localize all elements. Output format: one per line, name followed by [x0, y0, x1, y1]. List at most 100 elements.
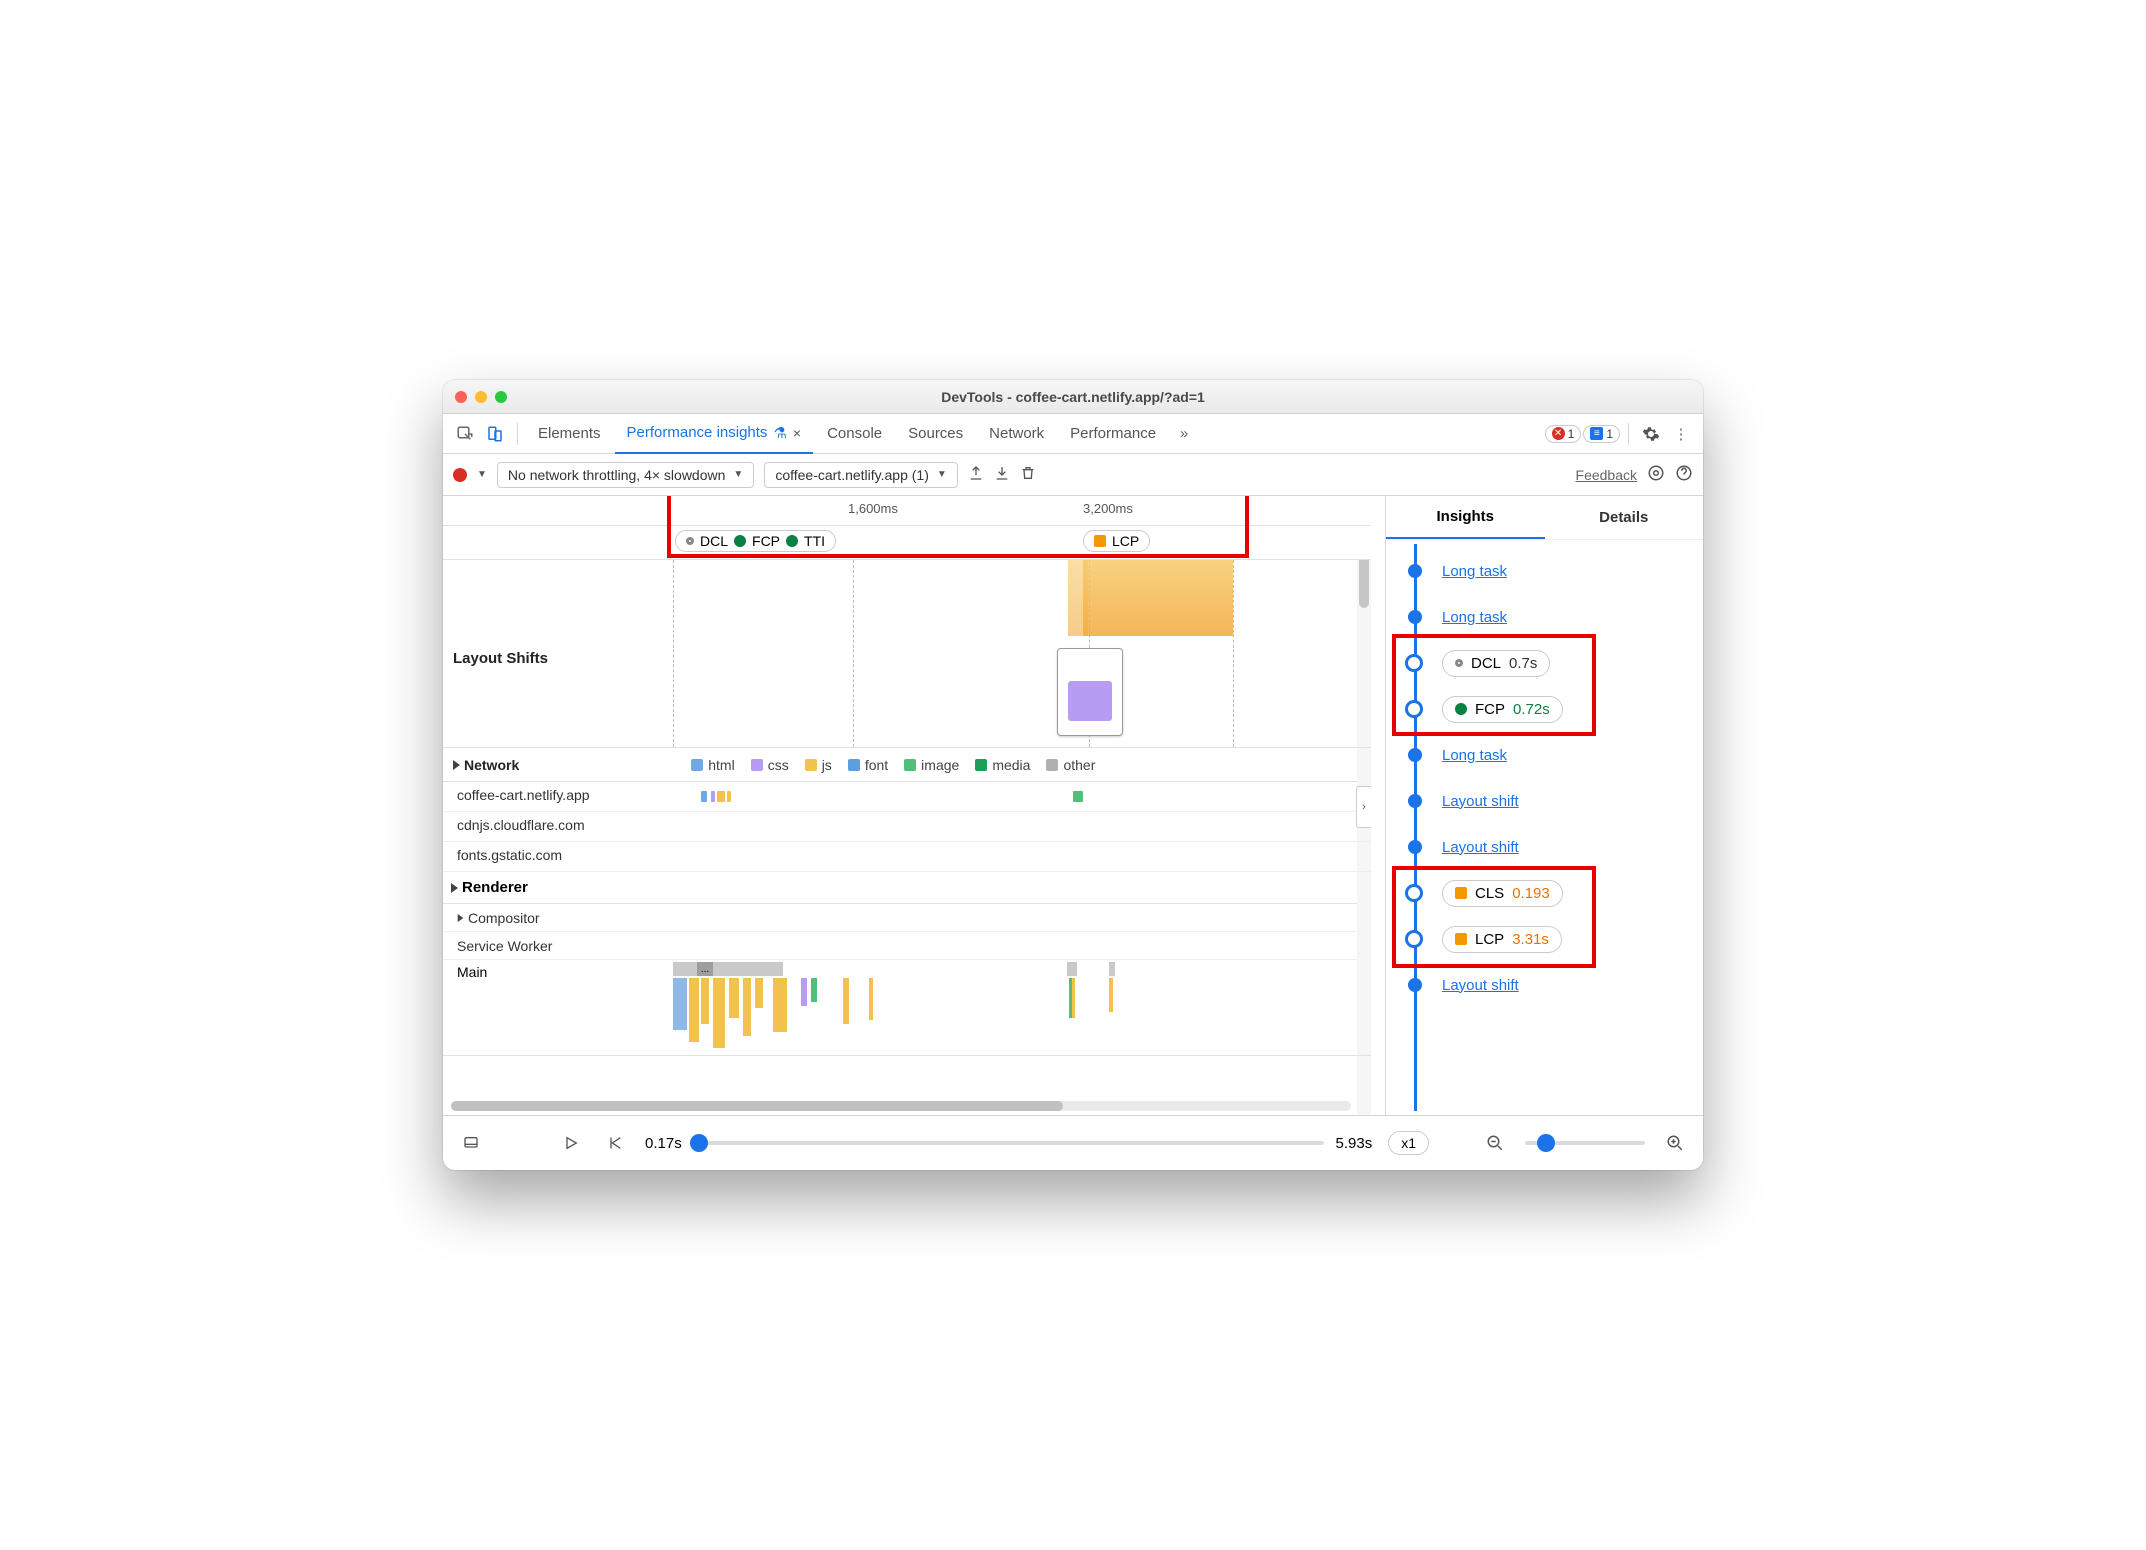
legend-font: font	[848, 757, 888, 773]
zoom-slider-thumb[interactable]	[1537, 1134, 1555, 1152]
insight-lcp[interactable]: LCP3.31s	[1386, 916, 1703, 962]
toggle-drawer-icon[interactable]	[457, 1135, 485, 1151]
insight-item[interactable]: Layout shift	[1386, 962, 1703, 1008]
service-worker-row[interactable]: Service Worker	[443, 932, 1371, 960]
insight-item[interactable]: Layout shift	[1386, 824, 1703, 870]
fcp-icon	[1455, 703, 1467, 715]
export-icon[interactable]	[968, 465, 984, 484]
network-host: coffee-cart.netlify.app	[457, 787, 590, 803]
error-count-badge[interactable]: ✕1	[1545, 425, 1582, 443]
layout-shifts-lane: Layout Shifts	[443, 560, 1371, 748]
dcl-icon	[1455, 659, 1463, 667]
tti-marker-icon	[786, 535, 798, 547]
disclosure-icon	[453, 760, 460, 770]
screenshot-thumb[interactable]	[1057, 648, 1123, 736]
kebab-menu-icon[interactable]: ⋮	[1667, 420, 1695, 448]
details-tab[interactable]: Details	[1545, 496, 1704, 539]
insight-item[interactable]: Long task	[1386, 548, 1703, 594]
range-start: 0.17s	[645, 1135, 682, 1152]
network-row[interactable]: coffee-cart.netlify.app	[443, 782, 1371, 812]
lane-label: Layout Shifts	[453, 650, 548, 667]
slider-thumb[interactable]	[690, 1134, 708, 1152]
tab-performance-insights[interactable]: Performance insights ⚗ ×	[615, 414, 814, 454]
flame-chart[interactable]: ...	[673, 962, 1361, 1047]
delete-icon[interactable]	[1020, 465, 1036, 484]
network-row[interactable]: cdnjs.cloudflare.com	[443, 812, 1371, 842]
device-toggle-icon[interactable]	[481, 420, 509, 448]
network-section-toggle[interactable]: Network	[453, 757, 519, 773]
compositor-row[interactable]: Compositor	[443, 904, 1371, 932]
zoom-out-icon[interactable]	[1481, 1134, 1509, 1152]
devtools-tabbar: Elements Performance insights ⚗ × Consol…	[443, 414, 1703, 454]
record-button[interactable]	[453, 468, 467, 482]
close-tab-icon[interactable]: ×	[793, 425, 801, 441]
legend-media: media	[975, 757, 1030, 773]
panel-settings-icon[interactable]	[1647, 464, 1665, 485]
lcp-icon	[1455, 933, 1467, 945]
message-count-badge[interactable]: ≡1	[1583, 425, 1620, 443]
cls-icon	[1455, 887, 1467, 899]
insights-toolbar: ▼ No network throttling, 4× slowdown▼ co…	[443, 454, 1703, 496]
legend-other: other	[1046, 757, 1095, 773]
time-tick: 1,600ms	[848, 501, 898, 516]
window-title: DevTools - coffee-cart.netlify.app/?ad=1	[443, 389, 1703, 405]
target-select[interactable]: coffee-cart.netlify.app (1)▼	[764, 462, 957, 488]
settings-icon[interactable]	[1637, 420, 1665, 448]
collapsed-tasks[interactable]: ...	[697, 962, 713, 976]
lane-label: Main	[457, 964, 487, 980]
timing-markers-row: DCL FCP TTI LCP	[443, 526, 1371, 560]
timing-marker-group[interactable]: DCL FCP TTI	[675, 530, 836, 552]
panel-expand-handle[interactable]: ›	[1356, 786, 1372, 828]
insight-item[interactable]: Long task	[1386, 732, 1703, 778]
network-row[interactable]: fonts.gstatic.com	[443, 842, 1371, 872]
network-host: fonts.gstatic.com	[457, 847, 562, 863]
insight-item[interactable]: Layout shift	[1386, 778, 1703, 824]
insight-fcp[interactable]: FCP0.72s	[1386, 686, 1703, 732]
zoom-in-icon[interactable]	[1661, 1134, 1689, 1152]
tab-network[interactable]: Network	[977, 414, 1056, 454]
dcl-marker-icon	[686, 537, 694, 545]
jump-start-icon[interactable]	[601, 1135, 629, 1151]
shift-block[interactable]	[1068, 560, 1088, 636]
throttle-select[interactable]: No network throttling, 4× slowdown▼	[497, 462, 754, 488]
content-area: 1,600ms 3,200ms DCL FCP TTI LCP Layout S…	[443, 496, 1703, 1116]
main-thread-lane[interactable]: Main ...	[443, 960, 1371, 1056]
insight-cls[interactable]: CLS0.193	[1386, 870, 1703, 916]
insights-tab[interactable]: Insights	[1386, 496, 1545, 539]
import-icon[interactable]	[994, 465, 1010, 484]
time-range-slider[interactable]: 0.17s 5.93s	[645, 1135, 1372, 1152]
insight-dcl[interactable]: DCL0.7s	[1386, 640, 1703, 686]
record-menu-caret[interactable]: ▼	[477, 469, 487, 480]
disclosure-icon	[458, 914, 464, 922]
timeline-panel[interactable]: 1,600ms 3,200ms DCL FCP TTI LCP Layout S…	[443, 496, 1385, 1115]
lcp-marker-icon	[1094, 535, 1106, 547]
renderer-section-toggle[interactable]: Renderer	[443, 872, 1371, 904]
legend-image: image	[904, 757, 959, 773]
disclosure-icon	[451, 883, 458, 893]
insight-item[interactable]: Long task	[1386, 594, 1703, 640]
devtools-window: DevTools - coffee-cart.netlify.app/?ad=1…	[443, 380, 1703, 1170]
tab-sources[interactable]: Sources	[896, 414, 975, 454]
shift-block[interactable]	[1083, 560, 1233, 636]
inspect-icon[interactable]	[451, 420, 479, 448]
more-tabs-icon[interactable]: »	[1170, 420, 1198, 448]
tab-performance[interactable]: Performance	[1058, 414, 1168, 454]
network-host: cdnjs.cloudflare.com	[457, 817, 585, 833]
help-icon[interactable]	[1675, 464, 1693, 485]
insights-sidebar: Insights Details Long task Long task DCL…	[1385, 496, 1703, 1115]
feedback-link[interactable]: Feedback	[1576, 467, 1637, 483]
horizontal-scrollbar[interactable]	[451, 1101, 1351, 1111]
playback-speed[interactable]: x1	[1388, 1131, 1429, 1155]
legend-css: css	[751, 757, 789, 773]
range-end: 5.93s	[1336, 1135, 1373, 1152]
timing-marker-lcp[interactable]: LCP	[1083, 530, 1150, 552]
flask-icon: ⚗	[773, 424, 786, 442]
legend-js: js	[805, 757, 832, 773]
insights-list: Long task Long task DCL0.7s FCP0.72s Lon…	[1386, 540, 1703, 1115]
tab-elements[interactable]: Elements	[526, 414, 613, 454]
legend-html: html	[691, 757, 734, 773]
playback-footer: 0.17s 5.93s x1	[443, 1116, 1703, 1170]
play-icon[interactable]	[557, 1135, 585, 1151]
tab-console[interactable]: Console	[815, 414, 894, 454]
time-ruler: 1,600ms 3,200ms	[443, 496, 1371, 526]
